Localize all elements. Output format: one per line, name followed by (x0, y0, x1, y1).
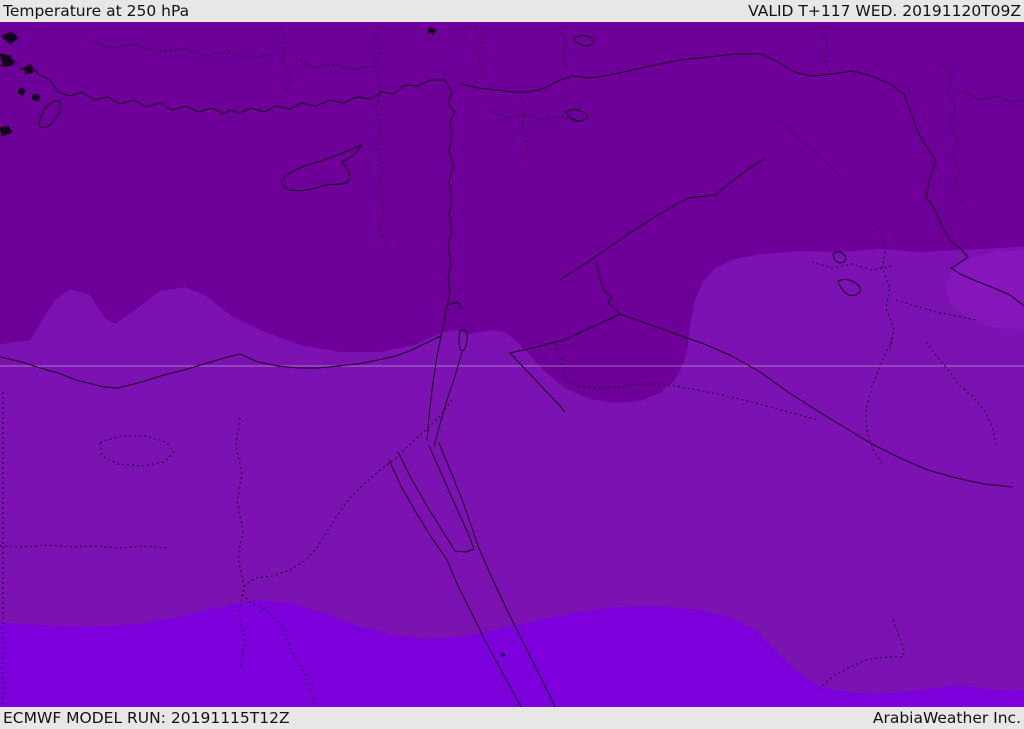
map-canvas (0, 22, 1024, 707)
brand-credit: ArabiaWeather Inc. (872, 709, 1021, 727)
header-bar: Temperature at 250 hPa VALID T+117 WED. … (0, 0, 1024, 22)
island-shape (23, 65, 34, 75)
red-sea-island-dot (501, 653, 505, 657)
model-run-label: ECMWF MODEL RUN: 20191115T12Z (3, 709, 290, 727)
island-shape (17, 87, 26, 96)
valid-time-label: VALID T+117 WED. 20191120T09Z (748, 2, 1021, 20)
footer-bar: ECMWF MODEL RUN: 20191115T12Z ArabiaWeat… (0, 707, 1024, 729)
map-title: Temperature at 250 hPa (3, 2, 190, 20)
temperature-map-svg (0, 22, 1024, 707)
weather-map-screenshot: Temperature at 250 hPa VALID T+117 WED. … (0, 0, 1024, 729)
